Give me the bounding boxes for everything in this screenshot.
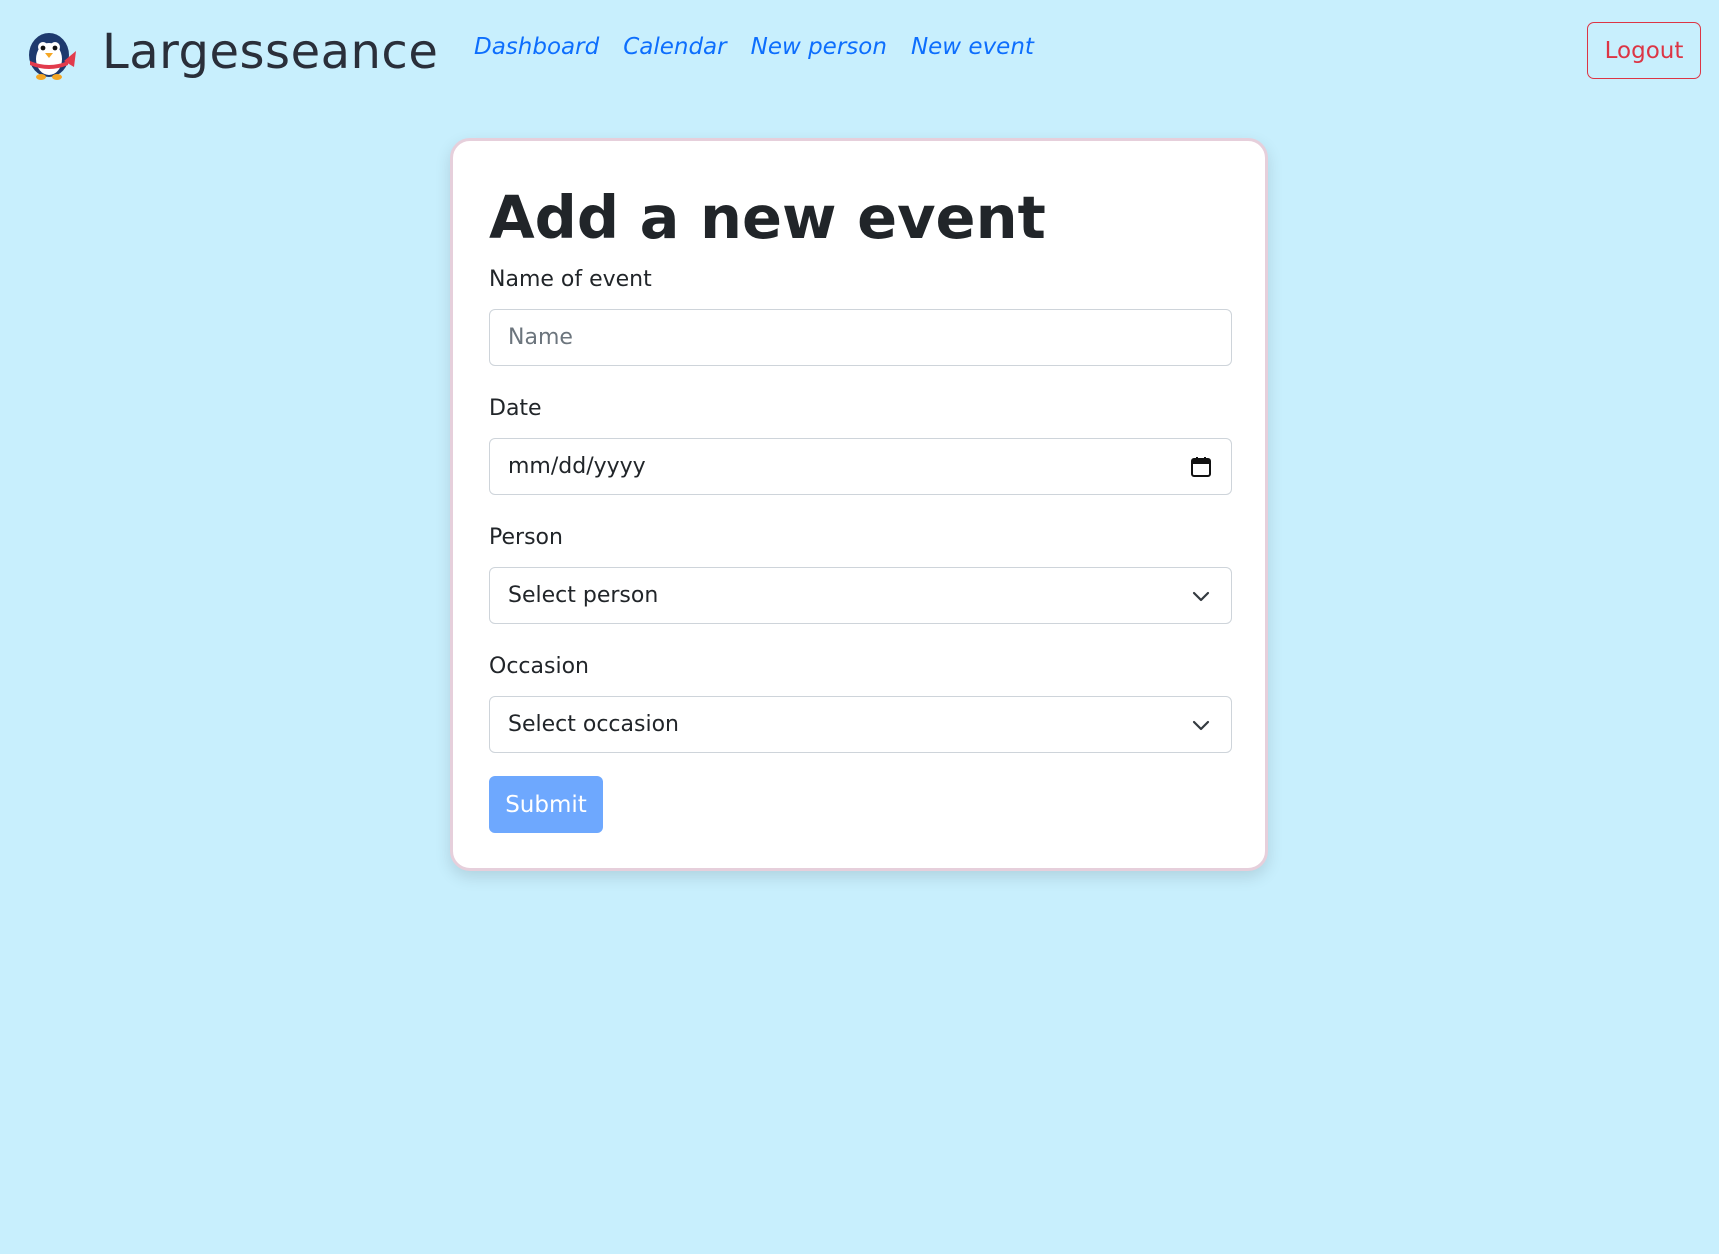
nav-link-dashboard[interactable]: Dashboard: [474, 34, 599, 60]
logout-button[interactable]: Logout: [1587, 22, 1701, 79]
page-title: Add a new event: [489, 183, 1046, 252]
brand[interactable]: Largesseance: [18, 20, 438, 84]
occasion-label: Occasion: [489, 654, 589, 679]
nav-link-new-person[interactable]: New person: [751, 34, 887, 60]
person-label: Person: [489, 525, 563, 550]
calendar-icon[interactable]: [1189, 455, 1213, 479]
submit-button[interactable]: Submit: [489, 776, 603, 833]
navbar: Largesseance Dashboard Calendar New pers…: [0, 0, 1719, 104]
event-name-input[interactable]: Name: [489, 309, 1232, 366]
nav-link-new-event[interactable]: New event: [911, 34, 1034, 60]
brand-name: Largesseance: [102, 24, 439, 80]
event-name-placeholder: Name: [508, 325, 573, 350]
nav-link-calendar[interactable]: Calendar: [623, 34, 726, 60]
new-event-card: Add a new event Name of event Name Date …: [450, 138, 1268, 871]
date-value: mm/dd/yyyy: [508, 454, 646, 479]
date-input[interactable]: mm/dd/yyyy: [489, 438, 1232, 495]
chevron-down-icon: [1192, 591, 1210, 601]
event-name-label: Name of event: [489, 267, 652, 292]
chevron-down-icon: [1192, 720, 1210, 730]
occasion-selected-value: Select occasion: [508, 712, 679, 737]
date-label: Date: [489, 396, 542, 421]
person-selected-value: Select person: [508, 583, 659, 608]
occasion-select[interactable]: Select occasion: [489, 696, 1232, 753]
person-select[interactable]: Select person: [489, 567, 1232, 624]
penguin-logo-icon: [29, 33, 76, 80]
nav-links: Dashboard Calendar New person New event: [474, 34, 1034, 60]
